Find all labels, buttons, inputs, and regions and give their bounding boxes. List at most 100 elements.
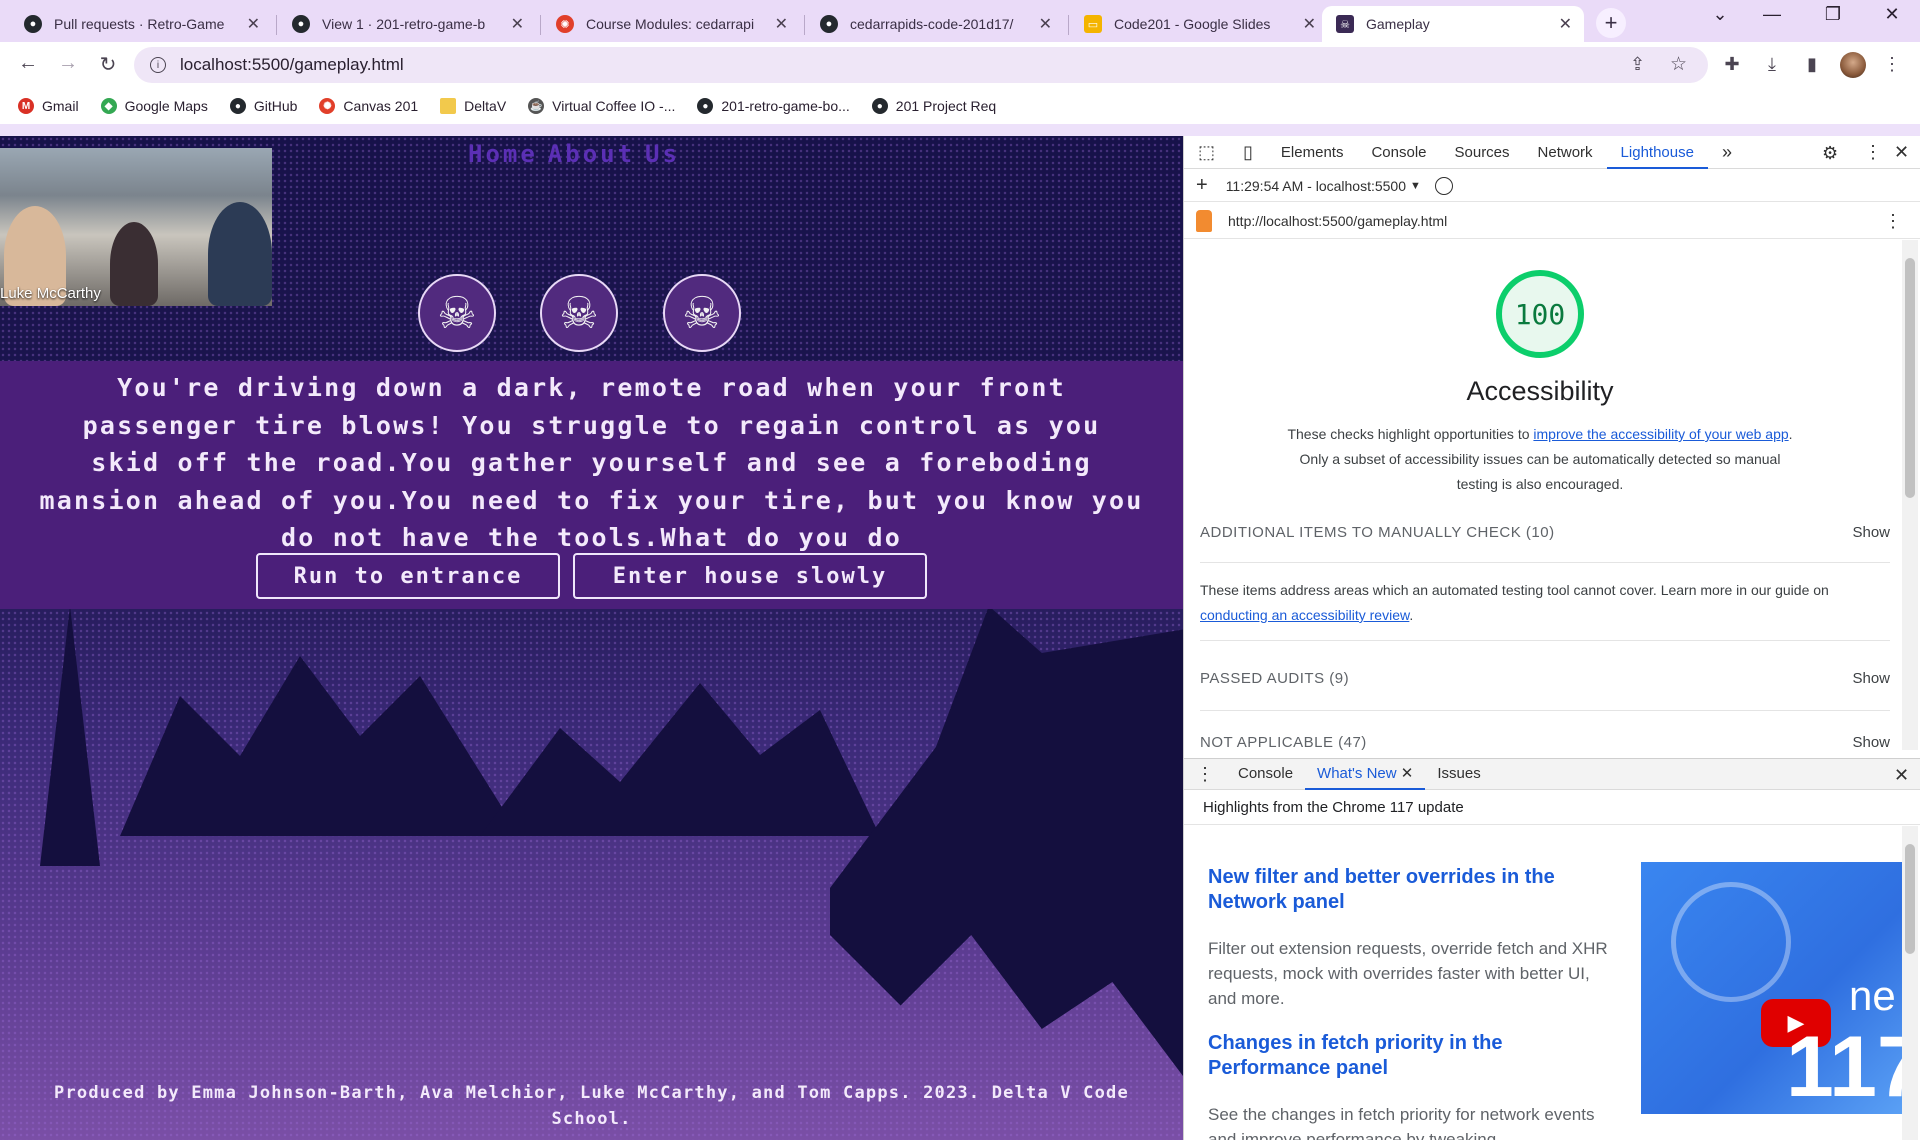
github-icon: ● (292, 15, 310, 33)
back-icon[interactable]: ← (14, 52, 42, 75)
drawer-scrollbar[interactable] (1902, 826, 1918, 1140)
drawer-menu-icon[interactable]: ⋮ (1184, 758, 1226, 790)
avatar[interactable] (1840, 52, 1866, 78)
close-icon[interactable]: ✕ (1303, 14, 1316, 34)
drawer-tab-issues[interactable]: Issues (1425, 758, 1492, 790)
report-menu-icon[interactable]: ⋮ (1884, 211, 1902, 232)
whats-new-item-title[interactable]: Changes in fetch priority in the Perform… (1208, 1031, 1608, 1081)
show-toggle[interactable]: Show (1852, 734, 1890, 750)
show-toggle[interactable]: Show (1852, 524, 1890, 541)
nav-link-home[interactable]: Home (468, 140, 538, 168)
lighthouse-icon (1196, 209, 1212, 232)
new-report-icon[interactable]: + (1196, 174, 1208, 197)
share-icon[interactable]: ⇪ (1630, 54, 1645, 75)
bookmark-virtual-coffee[interactable]: ☕ Virtual Coffee IO -... (528, 98, 675, 114)
nav-link-about[interactable]: About (548, 140, 635, 168)
report-url: http://localhost:5500/gameplay.html (1228, 212, 1448, 229)
minimize-button[interactable]: — (1752, 4, 1792, 25)
drawer-tabs: ⋮ Console What's New ✕ Issues ✕ (1184, 758, 1920, 790)
bookmark-project-req[interactable]: ● 201 Project Req (871, 98, 996, 114)
score-gauge: 100 (1496, 270, 1584, 358)
video-version-text: 117 (1786, 1019, 1903, 1114)
forward-icon[interactable]: → (54, 52, 82, 75)
tab-cedarrapids-code[interactable]: ● cedarrapids-code-201d17/ ✕ (806, 6, 1064, 42)
bookmark-gmail[interactable]: M Gmail (18, 98, 79, 114)
choice-run-button[interactable]: Run to entrance (256, 553, 560, 599)
tab-view-1[interactable]: ● View 1 · 201-retro-game-b ✕ (278, 6, 536, 42)
close-icon[interactable]: ✕ (775, 14, 788, 34)
window-close-button[interactable]: ✕ (1872, 4, 1912, 25)
whats-new-video-thumbnail[interactable]: ▶ ne 117 (1641, 862, 1903, 1114)
mountain-silhouette (120, 656, 520, 836)
more-tabs-icon[interactable]: » (1708, 136, 1746, 169)
game-page: Luke McCarthy Home About Us ☠ ☠ ☠ You're d… (0, 136, 1183, 1140)
tab-search-icon[interactable]: ⌄ (1700, 4, 1740, 25)
choice-enter-button[interactable]: Enter house slowly (573, 553, 927, 599)
menu-icon[interactable]: ⋮ (1880, 54, 1904, 75)
tab-pull-requests[interactable]: ● Pull requests · Retro-Game ✕ (10, 6, 272, 42)
drawer-tab-console[interactable]: Console (1226, 758, 1305, 790)
device-toggle-icon[interactable]: ▯ (1229, 136, 1267, 169)
tab-lighthouse[interactable]: Lighthouse (1606, 136, 1708, 169)
bookmark-retro-game[interactable]: ● 201-retro-game-bo... (697, 98, 850, 114)
extensions-icon[interactable]: ✚ (1720, 54, 1744, 75)
tab-network[interactable]: Network (1524, 136, 1607, 169)
drawer-tab-whats-new[interactable]: What's New ✕ (1305, 758, 1426, 790)
settings-gear-icon[interactable]: ⚙ (1822, 143, 1838, 164)
bookmark-label: GitHub (253, 98, 298, 114)
reload-icon[interactable]: ↻ (94, 52, 122, 77)
lighthouse-report: 100 Accessibility These checks highlight… (1184, 240, 1904, 750)
github-icon: ● (24, 15, 42, 33)
close-drawer-icon[interactable]: ✕ (1894, 765, 1909, 786)
close-icon[interactable]: ✕ (1401, 765, 1414, 782)
story-text: You're driving down a dark, remote road … (39, 373, 1144, 552)
passed-audits-section[interactable]: PASSED AUDITS (9) Show (1200, 670, 1890, 687)
close-icon[interactable]: ✕ (1559, 14, 1572, 34)
tab-google-slides[interactable]: ▭ Code201 - Google Slides ✕ (1070, 6, 1328, 42)
dropdown-arrow-icon[interactable]: ▼ (1410, 180, 1421, 192)
tab-elements[interactable]: Elements (1267, 136, 1358, 169)
tab-course-modules[interactable]: ✺ Course Modules: cedarrapi ✕ (542, 6, 800, 42)
download-icon[interactable]: ⤓ (1760, 54, 1784, 75)
site-info-icon[interactable]: i (150, 57, 166, 73)
bookmark-canvas[interactable]: ✺ Canvas 201 (319, 98, 418, 114)
more-options-icon[interactable]: ⋮ (1864, 142, 1882, 163)
accessibility-review-link[interactable]: conducting an accessibility review (1200, 607, 1409, 623)
address-bar[interactable]: i localhost:5500/gameplay.html ⇪ ☆ (134, 47, 1708, 83)
whats-new-item-body: Filter out extension requests, override … (1208, 939, 1608, 1008)
bookmark-github[interactable]: ● GitHub (229, 98, 298, 114)
manual-check-description: These items address areas which an autom… (1200, 578, 1890, 628)
not-applicable-section[interactable]: NOT APPLICABLE (47) Show (1200, 734, 1890, 750)
devtools-tabs: ⬚ ▯ Elements Console Sources Network Lig… (1184, 136, 1920, 169)
close-icon[interactable]: ✕ (1039, 14, 1052, 34)
bookmark-google-maps[interactable]: ◆ Google Maps (100, 98, 208, 114)
manual-check-section[interactable]: ADDITIONAL ITEMS TO MANUALLY CHECK (10) … (1200, 524, 1890, 541)
video-person (208, 202, 272, 306)
bookmark-star-icon[interactable]: ☆ (1670, 53, 1687, 76)
tab-sources[interactable]: Sources (1441, 136, 1524, 169)
tab-strip: ● Pull requests · Retro-Game ✕ ● View 1 … (0, 0, 1920, 42)
restore-button[interactable]: ❐ (1813, 4, 1853, 25)
tab-title: Gameplay (1366, 16, 1430, 32)
bookmark-deltav[interactable]: DeltaV (440, 98, 506, 114)
report-selector[interactable]: 11:29:54 AM - localhost:5500 (1226, 178, 1406, 194)
inspect-icon[interactable]: ⬚ (1184, 136, 1229, 169)
github-icon: ● (697, 98, 714, 114)
close-icon[interactable]: ✕ (247, 14, 260, 34)
new-tab-button[interactable]: + (1596, 8, 1626, 38)
improve-accessibility-link[interactable]: improve the accessibility of your web ap… (1533, 426, 1788, 442)
github-icon: ● (820, 15, 838, 33)
close-icon[interactable]: ✕ (511, 14, 524, 34)
section-label: ADDITIONAL ITEMS TO MANUALLY CHECK (10) (1200, 524, 1555, 541)
tab-console[interactable]: Console (1357, 136, 1440, 169)
bookmarks-bar: M Gmail ◆ Google Maps ● GitHub ✺ Canvas 201 … (0, 88, 1920, 124)
mountain-silhouette (480, 683, 880, 836)
side-panel-icon[interactable]: ▮ (1800, 54, 1824, 75)
clear-reports-icon[interactable] (1434, 176, 1453, 195)
report-scrollbar[interactable] (1902, 240, 1918, 750)
nav-link-us[interactable]: Us (645, 140, 680, 168)
whats-new-item-title[interactable]: New filter and better overrides in the N… (1208, 865, 1608, 915)
close-devtools-icon[interactable]: ✕ (1894, 142, 1909, 163)
tab-gameplay[interactable]: ☠ Gameplay ✕ (1322, 6, 1584, 42)
show-toggle[interactable]: Show (1852, 670, 1890, 687)
